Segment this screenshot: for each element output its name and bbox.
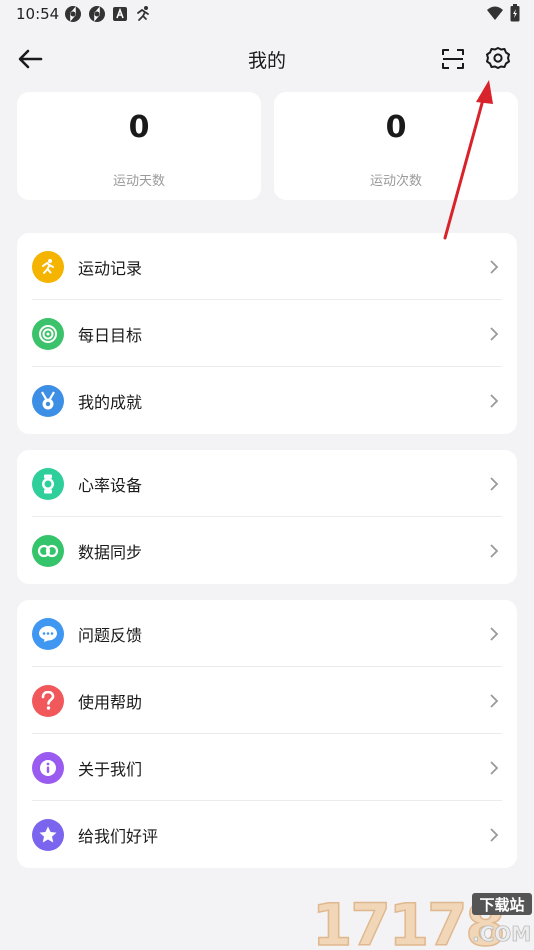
stat-card-exercise-days[interactable]: 0 运动天数 bbox=[17, 92, 261, 200]
menu-item-daily-goal[interactable]: 每日目标 bbox=[17, 300, 517, 367]
menu-item-feedback[interactable]: 问题反馈 bbox=[17, 600, 517, 667]
chat-icon bbox=[32, 617, 64, 650]
stat-label: 运动次数 bbox=[369, 174, 422, 189]
watch-icon bbox=[32, 467, 64, 500]
menu-item-label: 我的成就 bbox=[78, 392, 143, 412]
chevron-right-icon bbox=[487, 543, 501, 558]
menu-item-about-us[interactable]: 关于我们 bbox=[17, 734, 517, 801]
scan-button[interactable] bbox=[438, 44, 468, 74]
menu-item-label: 给我们好评 bbox=[78, 826, 159, 846]
aperture-icon bbox=[65, 6, 81, 22]
menu-item-label: 数据同步 bbox=[78, 542, 143, 562]
menu-item-label: 每日目标 bbox=[78, 325, 143, 345]
star-icon bbox=[32, 818, 64, 851]
menu-group-device: 心率设备 数据同步 bbox=[17, 450, 517, 584]
menu-item-label: 关于我们 bbox=[78, 759, 143, 779]
status-time: 10:54 bbox=[16, 5, 60, 23]
aperture-icon bbox=[89, 6, 105, 22]
menu-group-support: 问题反馈 使用帮助 关于我们 给我们好评 bbox=[17, 600, 517, 868]
svg-text:下载站: 下载站 bbox=[479, 896, 524, 914]
target-icon bbox=[32, 317, 64, 350]
chevron-right-icon bbox=[487, 476, 501, 491]
menu-item-help[interactable]: 使用帮助 bbox=[17, 667, 517, 734]
status-system-icons bbox=[486, 4, 520, 22]
runner-icon bbox=[32, 250, 64, 283]
stat-value: 0 bbox=[128, 110, 150, 145]
menu-group-activity: 运动记录 每日目标 我的成就 bbox=[17, 233, 517, 434]
app-bar: 我的 bbox=[0, 36, 534, 82]
status-bar: 10:54 bbox=[0, 0, 534, 30]
chevron-right-icon bbox=[487, 626, 501, 641]
chevron-right-icon bbox=[487, 827, 501, 842]
menu-item-exercise-records[interactable]: 运动记录 bbox=[17, 233, 517, 300]
wifi-icon bbox=[487, 6, 503, 20]
settings-button[interactable] bbox=[482, 42, 514, 74]
watermark-logo: 17178 下载站 .COM bbox=[311, 890, 532, 950]
stat-value: 0 bbox=[385, 110, 407, 145]
chevron-right-icon bbox=[487, 693, 501, 708]
chevron-right-icon bbox=[487, 326, 501, 341]
menu-item-achievements[interactable]: 我的成就 bbox=[17, 367, 517, 434]
medal-icon bbox=[32, 384, 64, 417]
stat-card-exercise-count[interactable]: 0 运动次数 bbox=[274, 92, 518, 200]
stat-label: 运动天数 bbox=[112, 174, 165, 189]
menu-item-data-sync[interactable]: 数据同步 bbox=[17, 517, 517, 584]
scan-icon bbox=[442, 49, 464, 69]
menu-item-label: 运动记录 bbox=[78, 258, 143, 278]
menu-item-label: 心率设备 bbox=[78, 475, 143, 495]
chevron-right-icon bbox=[487, 259, 501, 274]
runner-icon bbox=[137, 6, 149, 21]
chevron-right-icon bbox=[487, 393, 501, 408]
status-notification-icons bbox=[64, 5, 152, 23]
menu-item-label: 问题反馈 bbox=[78, 625, 143, 645]
menu-item-label: 使用帮助 bbox=[78, 692, 143, 712]
sync-icon bbox=[32, 534, 64, 567]
battery-charging-icon bbox=[510, 4, 520, 22]
svg-text:.COM: .COM bbox=[472, 922, 531, 946]
gear-icon bbox=[486, 47, 510, 69]
chevron-right-icon bbox=[487, 760, 501, 775]
info-icon bbox=[32, 751, 64, 784]
menu-item-rate-us[interactable]: 给我们好评 bbox=[17, 801, 517, 868]
question-icon bbox=[32, 684, 64, 717]
a-box-icon bbox=[113, 7, 127, 21]
menu-item-heart-rate-device[interactable]: 心率设备 bbox=[17, 450, 517, 517]
